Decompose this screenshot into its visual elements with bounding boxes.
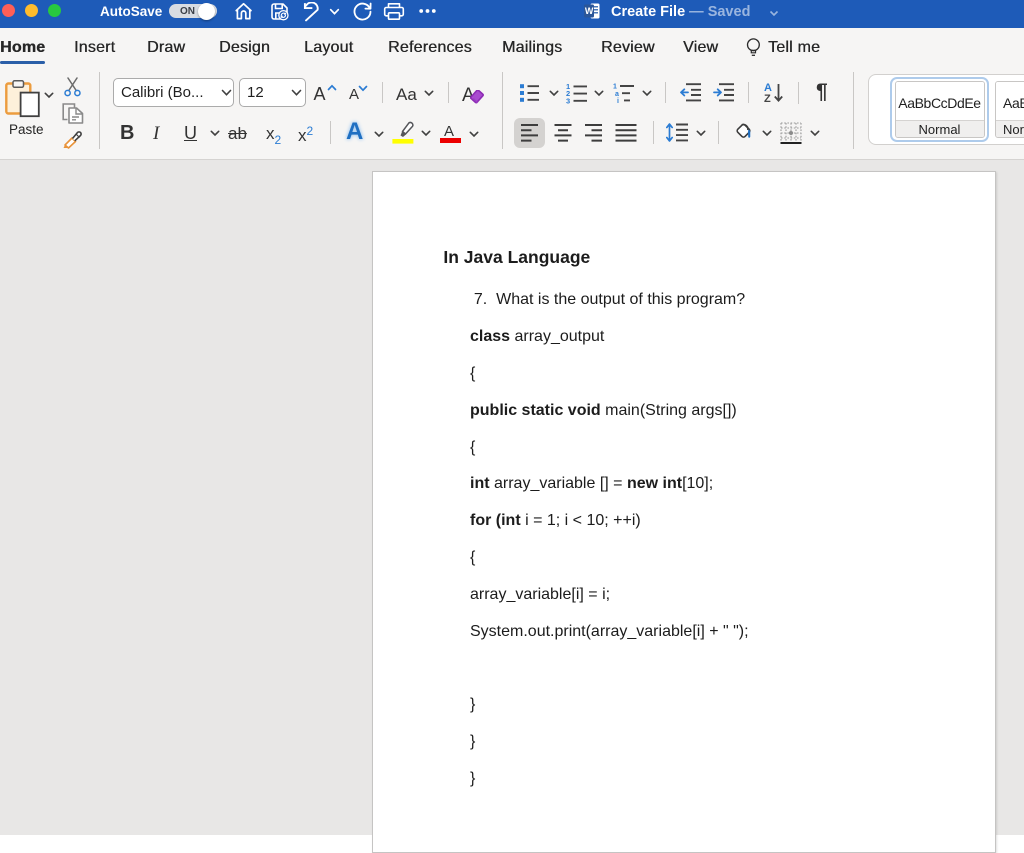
- svg-text:3: 3: [566, 96, 570, 104]
- svg-text:Z: Z: [764, 93, 771, 104]
- svg-text:a: a: [615, 91, 619, 98]
- svg-text:i: i: [617, 98, 619, 104]
- svg-text:1: 1: [613, 84, 617, 91]
- svg-text:W: W: [585, 6, 594, 16]
